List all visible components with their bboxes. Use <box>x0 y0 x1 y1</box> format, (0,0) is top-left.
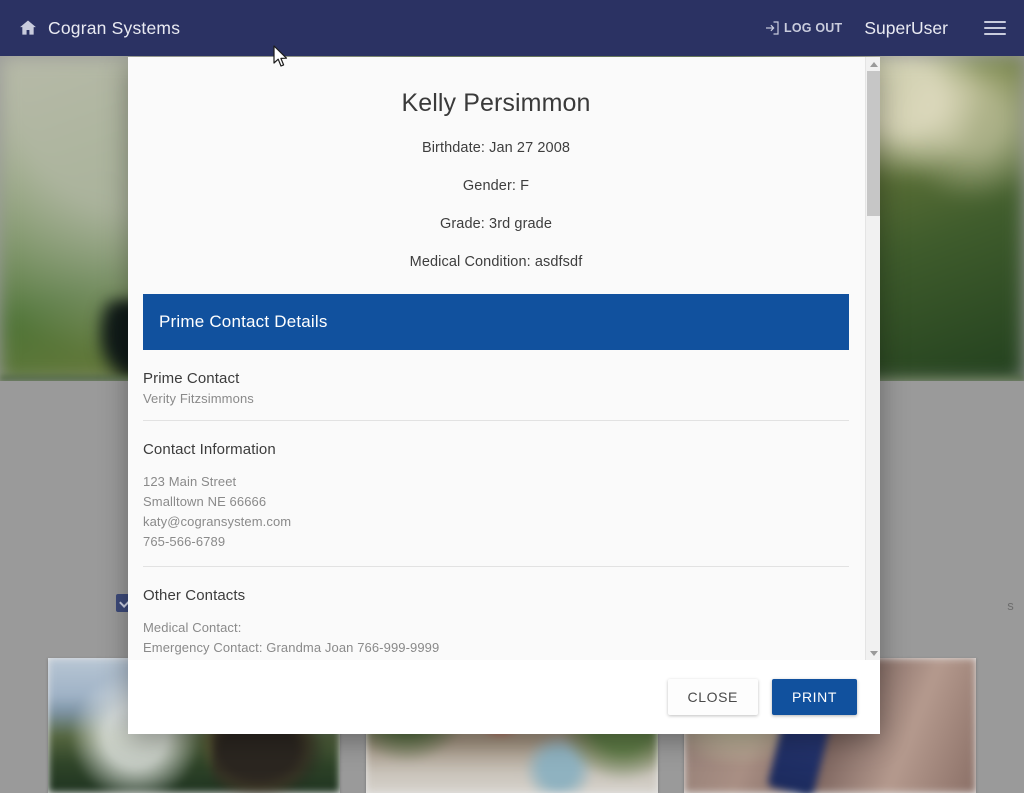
hamburger-bar <box>984 27 1006 29</box>
username-label: SuperUser <box>864 17 948 38</box>
person-medical-condition: Medical Condition: asdfsdf <box>409 254 583 270</box>
other-contacts-block: Other Contacts Medical Contact: Emergenc… <box>143 567 849 660</box>
brand[interactable]: Cogran Systems <box>18 18 180 39</box>
list-item: Smalltown NE 66666 <box>143 494 267 509</box>
list-item: katy@cogransystem.com <box>143 514 292 529</box>
contact-information-label: Contact Information <box>143 441 276 458</box>
logout-button[interactable]: LOG OUT <box>763 19 842 37</box>
logout-label: LOG OUT <box>784 21 843 35</box>
page-title: Kelly Persimmon <box>401 89 591 117</box>
section-title: Prime Contact Details <box>159 312 328 331</box>
modal-footer: CLOSE PRINT <box>128 660 880 734</box>
person-gender: Gender: F <box>462 178 530 194</box>
contact-information-list: 123 Main Street Smalltown NE 66666 katy@… <box>143 472 849 552</box>
navbar-right-group: LOG OUT SuperUser <box>763 18 1006 39</box>
prime-contact-details-header: Prime Contact Details <box>143 294 849 350</box>
participant-details-modal: Kelly Persimmon Birthdate: Jan 27 2008 G… <box>128 57 880 734</box>
list-item: Insurance Provider: Insurance Company Na… <box>143 658 849 660</box>
hamburger-bar <box>984 33 1006 35</box>
print-button[interactable]: PRINT <box>772 679 857 715</box>
contact-information-block: Contact Information 123 Main Street Smal… <box>143 421 849 566</box>
person-summary: Kelly Persimmon Birthdate: Jan 27 2008 G… <box>128 57 864 294</box>
home-icon <box>20 20 36 35</box>
top-navbar: Cogran Systems LOG OUT SuperUser <box>0 0 1024 56</box>
page-root: s Cogran Systems LOG OUT SuperUser Kelly… <box>0 0 1024 793</box>
hamburger-bar <box>984 21 1006 23</box>
other-contacts-label: Other Contacts <box>143 587 246 604</box>
brand-label: Cogran Systems <box>48 17 181 38</box>
prime-contact-label: Prime Contact <box>143 370 240 387</box>
list-item: 123 Main Street <box>143 474 237 489</box>
hamburger-menu-icon[interactable] <box>984 21 1006 35</box>
modal-scrollbar[interactable] <box>865 57 880 660</box>
modal-scroll-area[interactable]: Kelly Persimmon Birthdate: Jan 27 2008 G… <box>128 57 880 660</box>
scroll-up-arrow-icon[interactable] <box>866 57 880 71</box>
other-contacts-list: Medical Contact: Emergency Contact: Gran… <box>143 618 849 660</box>
logout-icon <box>766 21 779 35</box>
prime-contact-block: Prime Contact Verity Fitzsimmons <box>143 350 849 420</box>
background-partial-text: s <box>1007 598 1014 613</box>
close-button[interactable]: CLOSE <box>667 679 758 715</box>
scroll-down-arrow-icon[interactable] <box>866 646 880 660</box>
list-item: 765-566-6789 <box>143 534 226 549</box>
list-item: Medical Contact: <box>143 620 242 635</box>
modal-content: Kelly Persimmon Birthdate: Jan 27 2008 G… <box>128 57 864 660</box>
list-item: Emergency Contact: Grandma Joan 766-999-… <box>143 640 440 655</box>
person-birthdate: Birthdate: Jan 27 2008 <box>421 140 571 156</box>
scrollbar-thumb[interactable] <box>867 71 880 216</box>
person-grade: Grade: 3rd grade <box>439 216 553 232</box>
prime-contact-name: Verity Fitzsimmons <box>143 391 254 406</box>
